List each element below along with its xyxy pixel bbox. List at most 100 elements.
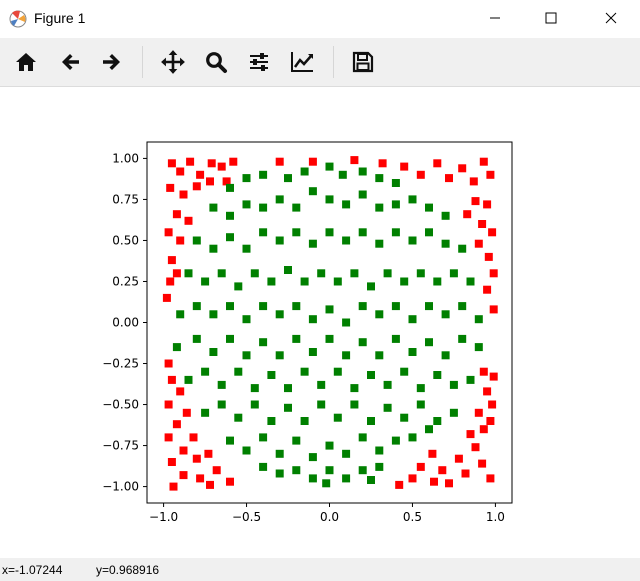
red-point: [469, 177, 478, 186]
green-point: [275, 310, 284, 319]
green-point: [358, 228, 367, 237]
red-point: [192, 454, 201, 463]
scatter-plot[interactable]: −1.0 −0.5 0.0 0.5 1.0 1.00 0.75 0.50 0.25 0.00 −0.…: [0, 87, 640, 558]
figure-canvas[interactable]: −1.0 −0.5 0.0 0.5 1.0 1.00 0.75 0.50 0.25 0.00 −0.…: [0, 87, 640, 558]
green-point: [325, 466, 334, 475]
toolbar-separator: [333, 46, 334, 78]
pan-button[interactable]: [157, 46, 189, 78]
edit-axis-button[interactable]: [286, 46, 318, 78]
green-point: [192, 302, 201, 311]
red-point: [166, 277, 175, 286]
home-icon: [16, 53, 36, 71]
arrow-right-icon: [103, 54, 120, 70]
forward-button[interactable]: [96, 46, 128, 78]
cursor-x-readout: x=-1.07244: [2, 563, 63, 577]
red-point: [167, 375, 176, 384]
minimize-button[interactable]: [472, 0, 518, 36]
green-point: [292, 302, 301, 311]
green-point: [342, 351, 351, 360]
green-point: [259, 433, 268, 442]
zoom-button[interactable]: [200, 46, 232, 78]
green-point: [383, 403, 392, 412]
green-point: [425, 338, 433, 347]
green-point: [466, 277, 475, 286]
red-point: [433, 159, 442, 168]
green-point: [192, 334, 201, 343]
green-point: [375, 462, 384, 471]
green-point: [441, 310, 450, 319]
green-point: [358, 466, 367, 475]
configure-subplots-button[interactable]: [243, 46, 275, 78]
arrow-left-icon: [62, 54, 79, 70]
x-tick-label: −1.0: [149, 510, 178, 524]
red-point: [484, 252, 493, 261]
red-point: [164, 433, 173, 442]
green-point: [425, 302, 433, 311]
red-point: [438, 466, 447, 475]
window-title: Figure 1: [34, 10, 86, 26]
green-point: [458, 244, 467, 253]
green-point: [226, 334, 234, 343]
green-point: [367, 371, 375, 379]
green-point: [201, 277, 210, 286]
green-point: [250, 269, 259, 278]
red-point: [226, 477, 234, 486]
green-point: [425, 425, 433, 434]
save-button[interactable]: [347, 46, 379, 78]
green-point: [209, 348, 218, 356]
green-point: [201, 408, 210, 417]
green-point: [292, 334, 301, 343]
magnifier-icon: [206, 52, 227, 73]
red-point: [488, 400, 497, 409]
green-point: [416, 400, 425, 409]
green-point: [449, 380, 458, 389]
green-point: [425, 228, 433, 237]
sliders-icon: [250, 53, 268, 71]
green-point: [333, 413, 342, 422]
green-point: [292, 203, 301, 212]
green-point: [408, 195, 417, 204]
green-point: [234, 413, 243, 422]
green-point: [400, 367, 409, 376]
red-point: [483, 285, 492, 294]
maximize-button[interactable]: [528, 0, 574, 36]
x-tick-label: 1.0: [486, 510, 505, 524]
red-point: [206, 480, 214, 489]
home-button[interactable]: [10, 46, 42, 78]
red-point: [167, 159, 176, 168]
green-point: [391, 302, 400, 311]
red-point: [308, 157, 317, 166]
y-tick-label: 0.75: [112, 192, 139, 206]
green-point: [284, 174, 292, 183]
red-point: [207, 159, 216, 168]
status-bar: x=-1.07244 y=0.968916: [0, 558, 640, 581]
y-tick-label: −1.00: [102, 480, 139, 494]
green-point: [267, 371, 276, 379]
green-point: [375, 203, 384, 212]
red-point: [479, 367, 488, 376]
green-point: [209, 203, 218, 212]
green-point: [358, 302, 367, 311]
y-tick-label: −0.25: [102, 357, 139, 371]
red-point: [166, 183, 175, 192]
back-button[interactable]: [54, 46, 86, 78]
red-point: [164, 400, 173, 409]
green-point: [333, 277, 342, 286]
green-point: [267, 417, 276, 425]
green-point: [300, 167, 309, 176]
green-point: [358, 190, 367, 199]
green-point: [201, 367, 210, 376]
red-point: [486, 170, 495, 179]
x-tick-label: 0.0: [320, 510, 339, 524]
close-button[interactable]: [588, 0, 634, 36]
green-point: [184, 269, 193, 278]
x-tick-label: −0.5: [232, 510, 261, 524]
red-point: [471, 197, 480, 206]
red-point: [489, 305, 498, 314]
green-point: [259, 203, 268, 212]
green-point: [441, 239, 450, 248]
green-point: [192, 236, 201, 245]
red-point: [395, 480, 404, 489]
green-point: [325, 441, 334, 450]
red-point: [471, 443, 480, 452]
